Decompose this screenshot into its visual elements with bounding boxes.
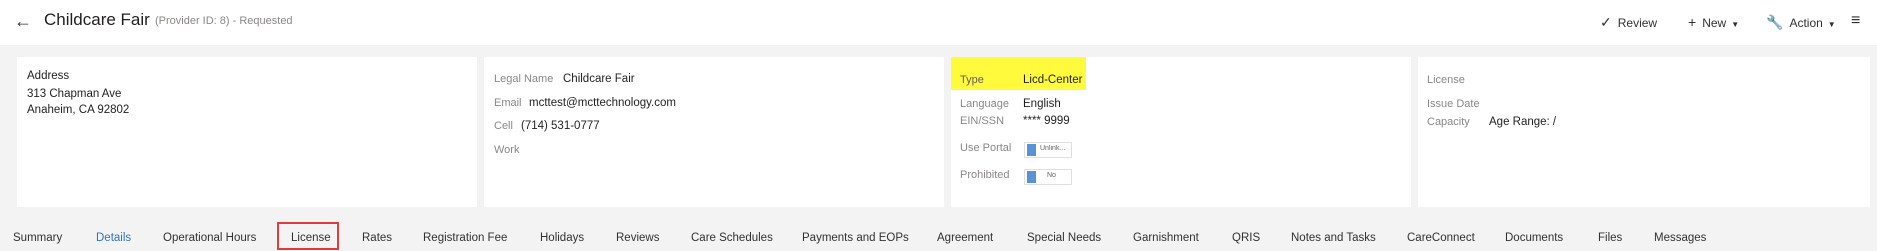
tab-summary[interactable]: Summary [13,232,62,244]
capacity-label: Capacity [1427,116,1470,128]
check-icon: ✓ [1600,14,1612,30]
page-subtitle: (Provider ID: 8) - Requested [155,15,293,27]
type-card: Type Licd-Center Language English EIN/SS… [951,57,1411,207]
contact-card: Legal Name Childcare Fair Email mcttest@… [484,57,944,207]
menu-icon[interactable]: ≡ [1851,12,1860,30]
license-tab-highlight-box [277,222,339,250]
tab-payments-and-eops[interactable]: Payments and EOPs [802,232,909,244]
tab-documents[interactable]: Documents [1505,232,1563,244]
legal-name-value: Childcare Fair [563,73,635,85]
tab-operational-hours[interactable]: Operational Hours [163,232,256,244]
caret-down-icon: ▼ [1827,20,1836,29]
tab-holidays[interactable]: Holidays [540,232,584,244]
prohibited-toggle[interactable]: No [1024,169,1072,185]
back-arrow-icon[interactable]: ← [14,11,32,32]
review-label: Review [1617,16,1658,30]
type-value: Licd-Center [1023,74,1083,86]
prohibited-label: Prohibited [960,169,1010,181]
review-button[interactable]: ✓ Review [1600,14,1657,31]
address-line-1: 313 Chapman Ave [27,88,122,100]
work-label: Work [494,144,520,156]
tab-special-needs[interactable]: Special Needs [1027,232,1101,244]
capacity-value: Age Range: / [1489,116,1557,128]
cell-value: (714) 531-0777 [521,120,600,132]
use-portal-toggle-text: Unlink... [1040,145,1066,152]
language-label: Language [960,98,1009,110]
wrench-icon: 🔧 [1766,14,1784,30]
language-value: English [1023,98,1061,110]
address-card: Address 313 Chapman Ave Anaheim, CA 9280… [17,57,477,207]
cell-label: Cell [494,120,513,132]
new-label: New [1702,16,1727,30]
tab-registration-fee[interactable]: Registration Fee [423,232,507,244]
page-title: Childcare Fair [44,10,150,29]
tab-garnishment[interactable]: Garnishment [1133,232,1199,244]
license-card: License Issue Date Capacity Age Range: / [1418,57,1870,207]
email-value: mcttest@mcttechnology.com [529,97,676,109]
use-portal-toggle[interactable]: Unlink... [1024,142,1072,158]
legal-name-label: Legal Name [494,73,554,85]
tab-careconnect[interactable]: CareConnect [1407,232,1475,244]
action-label: Action [1789,16,1823,30]
email-label: Email [494,97,522,109]
tab-agreement[interactable]: Agreement [937,232,993,244]
type-label: Type [960,74,984,86]
tab-care-schedules[interactable]: Care Schedules [691,232,773,244]
tab-notes-and-tasks[interactable]: Notes and Tasks [1291,232,1376,244]
tab-details[interactable]: Details [96,232,131,244]
use-portal-label: Use Portal [960,142,1012,154]
ein-label: EIN/SSN [960,115,1005,127]
license-label: License [1427,74,1465,86]
ein-value: **** 9999 [1023,115,1070,127]
new-button[interactable]: + New ▼ [1688,14,1739,30]
prohibited-toggle-text: No [1047,172,1056,179]
tab-rates[interactable]: Rates [362,232,392,244]
tab-files[interactable]: Files [1598,232,1622,244]
address-line-2: Anaheim, CA 92802 [27,104,130,116]
plus-icon: + [1688,14,1697,30]
address-heading: Address [27,70,70,82]
action-button[interactable]: 🔧 Action ▼ [1766,14,1836,31]
caret-down-icon: ▼ [1731,20,1740,29]
tab-reviews[interactable]: Reviews [616,232,659,244]
tab-qris[interactable]: QRIS [1232,232,1260,244]
issue-date-label: Issue Date [1427,98,1480,110]
command-bar: ← Childcare Fair (Provider ID: 8) - Requ… [0,0,1877,45]
toggle-knob [1027,144,1036,156]
tab-messages[interactable]: Messages [1654,232,1706,244]
toggle-knob [1027,171,1036,183]
